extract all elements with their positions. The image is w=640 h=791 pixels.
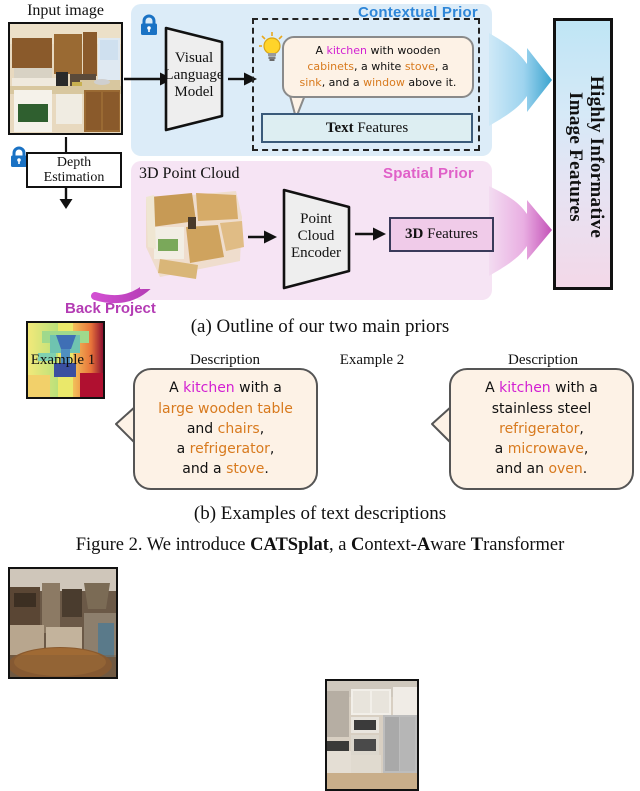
3d-features-box: 3D Features: [389, 217, 494, 252]
ex1-line-5: and a stove.: [182, 461, 269, 478]
highly-informative-image-features-box: Highly Informative Image Features: [553, 18, 613, 290]
example-2-description-bubble: A kitchen with a stainless steel refrige…: [449, 368, 634, 490]
contextual-prior-title: Contextual Prior: [358, 4, 478, 21]
point-cloud-image: [140, 187, 248, 289]
example-1-description-bubble: A kitchen with a large wooden table and …: [133, 368, 318, 490]
ex1-line-1: A kitchen with a: [169, 380, 282, 397]
example-2-photo: [325, 679, 419, 791]
point-cloud-encoder-block: Point Cloud Encoder: [277, 185, 355, 293]
depth-line-1: Depth: [56, 154, 92, 170]
visual-language-model-block: Visual Language Model: [160, 22, 228, 136]
ctx-bubble-line-3: sink, and a window above it.: [299, 75, 457, 89]
output-line-2: Image Features: [565, 92, 586, 222]
text-features-rest: Features: [353, 119, 409, 136]
example-1-description-title: Description: [190, 352, 260, 368]
encoder-line-1: Point: [300, 211, 332, 227]
caption-a: (a) Outline of our two main priors: [190, 316, 450, 337]
encoder-line-3: Encoder: [291, 245, 341, 261]
example-2-description-title: Description: [508, 352, 578, 368]
ex2-line-3: refrigerator,: [499, 420, 584, 437]
ex2-line-4: a microwave,: [494, 441, 589, 458]
example-1-photo: [8, 567, 118, 679]
output-line-1: Highly Informative: [586, 75, 608, 239]
frozen-lock-icon: [138, 14, 160, 36]
caption-b: (b) Examples of text descriptions: [193, 503, 447, 524]
contextual-description-bubble: A kitchen with wooden cabinets, a white …: [282, 36, 474, 98]
ex2-line-1: A kitchen with a: [485, 380, 598, 397]
ctx-bubble-line-1: A kitchen with wooden: [315, 44, 441, 58]
spatial-prior-title: Spatial Prior: [383, 165, 474, 182]
point-cloud-label: 3D Point Cloud: [139, 165, 240, 182]
input-image-photo: [8, 22, 123, 135]
output-box-text: Highly Informative Image Features: [556, 21, 616, 293]
text-features-box: Text Features: [261, 113, 473, 143]
example-1-title: Example 1: [30, 352, 96, 368]
figure-caption: Figure 2. We introduce CATSplat, a Conte…: [0, 535, 640, 556]
ex2-line-5: and an oven.: [495, 461, 588, 478]
back-project-label: Back Project: [65, 300, 156, 317]
ex1-line-3: and chairs,: [186, 420, 265, 437]
encoder-line-2: Cloud: [297, 228, 335, 244]
depth-estimation-block: Depth Estimation: [26, 152, 122, 188]
example-2-title: Example 2: [339, 352, 405, 368]
input-image-label: Input image: [27, 2, 104, 19]
vlm-line-2: Language: [164, 67, 224, 83]
vlm-line-1: Visual: [174, 50, 214, 66]
ex1-line-4: a refrigerator,: [176, 441, 275, 458]
figure-caption-text: Figure 2. We introduce CATSplat, a Conte…: [75, 535, 565, 555]
ctx-bubble-line-2: cabinets, a white stove, a: [307, 60, 449, 74]
depth-line-2: Estimation: [43, 170, 105, 185]
3d-features-bold: 3D: [405, 226, 424, 243]
ex2-line-2: stainless steel: [491, 400, 592, 417]
ex1-line-2: large wooden table: [158, 400, 293, 417]
text-features-bold: Text: [325, 119, 354, 136]
3d-features-rest: Features: [423, 226, 478, 243]
vlm-line-3: Model: [174, 84, 214, 100]
